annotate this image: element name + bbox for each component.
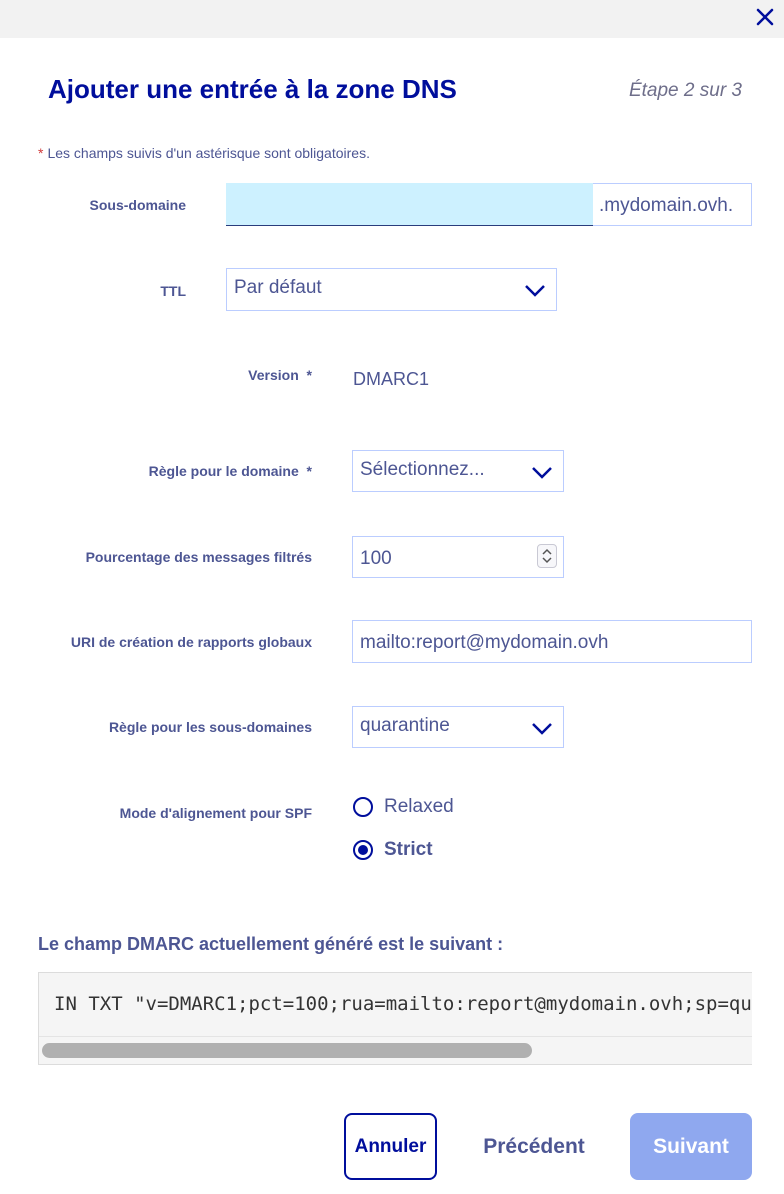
ttl-label: TTL xyxy=(160,283,186,299)
version-required-star: * xyxy=(306,367,312,383)
radio-strict-label[interactable]: Strict xyxy=(384,839,433,861)
subdomain-rule-select[interactable]: quarantine xyxy=(352,706,564,748)
version-value: DMARC1 xyxy=(353,369,430,389)
modal-title: Ajouter une entrée à la zone DNS xyxy=(48,74,457,104)
required-fields-note: * Les champs suivis d'un astérisque sont … xyxy=(38,145,370,161)
cancel-button[interactable]: Annuler xyxy=(344,1113,437,1180)
horizontal-scrollbar[interactable] xyxy=(39,1036,752,1064)
radio-selected-dot xyxy=(358,845,368,855)
required-star: * xyxy=(38,145,44,161)
radio-relaxed[interactable] xyxy=(353,797,373,817)
generated-record-value: IN TXT "v=DMARC1;pct=100;rua=mailto:repo… xyxy=(54,993,752,1015)
radio-relaxed-label[interactable]: Relaxed xyxy=(384,796,454,818)
stepper-arrows-icon xyxy=(542,548,552,564)
percentage-input[interactable]: 100 xyxy=(352,536,564,578)
subdomain-rule-select-value: quarantine xyxy=(360,715,450,736)
subdomain-rule-label: Règle pour les sous-domaines xyxy=(108,719,312,735)
version-label: Version * xyxy=(248,367,312,383)
subdomain-suffix-text: .mydomain.ovh. xyxy=(599,195,734,216)
domain-rule-label: Règle pour le domaine * xyxy=(149,463,312,479)
subdomain-suffix: .mydomain.ovh. xyxy=(593,183,752,226)
domain-rule-required-star: * xyxy=(306,463,312,479)
generated-record-box: IN TXT "v=DMARC1;pct=100;rua=mailto:repo… xyxy=(38,972,752,1065)
ttl-select-value: Par défaut xyxy=(234,277,322,298)
next-button[interactable]: Suivant xyxy=(630,1113,752,1180)
step-indicator: Étape 2 sur 3 xyxy=(628,80,742,101)
subdomain-label: Sous-domaine xyxy=(89,197,186,213)
domain-rule-select[interactable]: Sélectionnez... xyxy=(352,450,564,492)
previous-button[interactable]: Précédent xyxy=(466,1113,602,1180)
chevron-down-icon xyxy=(532,723,552,735)
chevron-down-icon xyxy=(532,467,552,479)
version-label-text: Version xyxy=(248,367,299,383)
subdomain-input[interactable] xyxy=(226,183,593,226)
chevron-down-icon xyxy=(525,285,545,297)
rua-label: URI de création de rapports globaux xyxy=(70,634,312,650)
scrollbar-thumb[interactable] xyxy=(42,1043,532,1058)
ttl-select[interactable]: Par défaut xyxy=(226,268,557,311)
spf-alignment-label: Mode d'alignement pour SPF xyxy=(119,805,312,821)
rua-input[interactable]: mailto:report@mydomain.ovh xyxy=(352,620,752,663)
required-note-text: Les champs suivis d'un astérisque sont o… xyxy=(47,145,370,161)
domain-rule-select-value: Sélectionnez... xyxy=(360,459,485,480)
close-icon[interactable] xyxy=(750,2,780,32)
modal-top-bar xyxy=(0,0,784,38)
generated-record-title: Le champ DMARC actuellement généré est l… xyxy=(38,934,504,954)
rua-input-value: mailto:report@mydomain.ovh xyxy=(360,632,609,653)
domain-rule-label-text: Règle pour le domaine xyxy=(148,463,299,479)
percentage-label: Pourcentage des messages filtrés xyxy=(85,549,312,565)
number-stepper[interactable] xyxy=(537,544,557,568)
radio-strict[interactable] xyxy=(353,840,373,860)
percentage-input-value: 100 xyxy=(360,548,392,569)
